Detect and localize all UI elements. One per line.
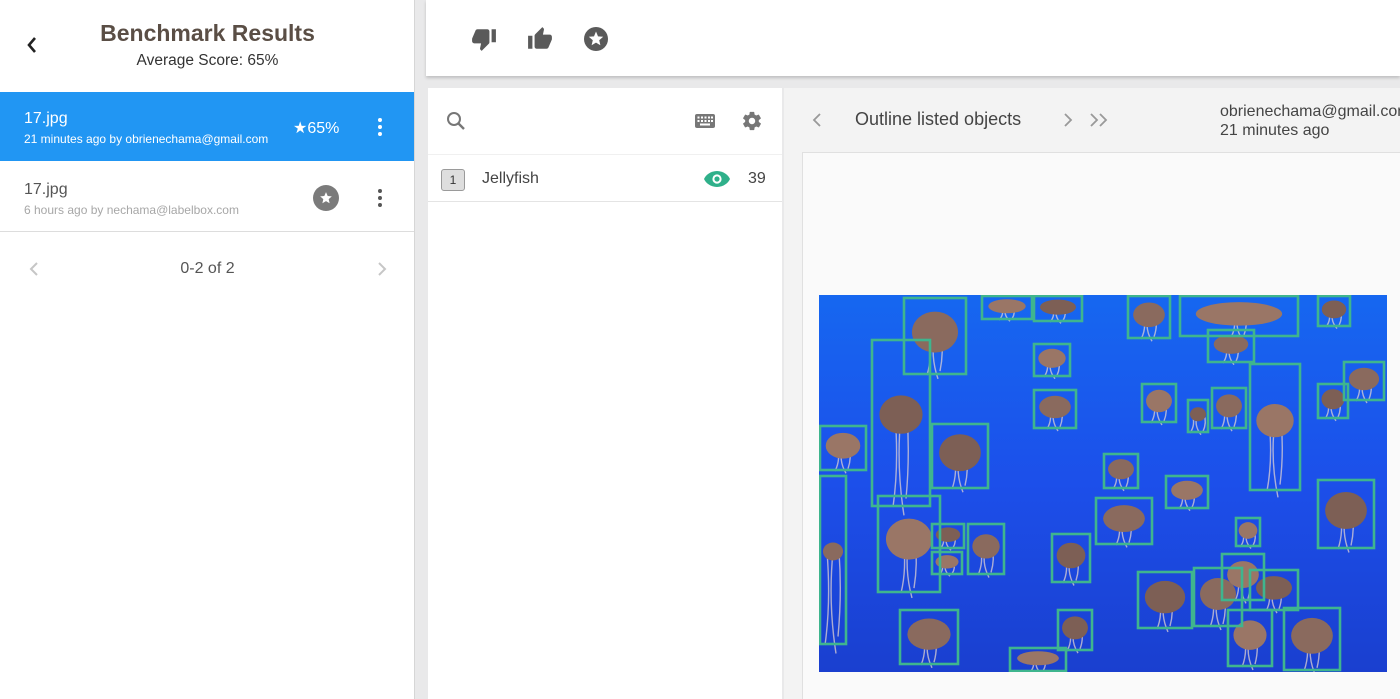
result-filename: 17.jpg [24, 181, 68, 198]
result-score: ★65% [293, 120, 340, 137]
hotkey-badge: 1 [441, 169, 465, 191]
jellyfish-bell [1144, 580, 1186, 614]
search-icon[interactable] [443, 108, 469, 134]
next-page-button[interactable] [370, 255, 394, 283]
object-name: Jellyfish [482, 170, 539, 187]
jellyfish-bell [1238, 522, 1258, 539]
skip-to-end-button[interactable] [1087, 106, 1113, 134]
jellyfish-bell [988, 299, 1026, 314]
result-meta: 21 minutes ago by obrienechama@gmail.com [24, 132, 269, 146]
pagination-count: 0-2 of 2 [180, 260, 235, 277]
jellyfish-bell [972, 534, 1000, 559]
jellyfish-bell [1062, 616, 1088, 640]
page-title: Benchmark Results [100, 20, 315, 46]
result-filename: 17.jpg [24, 110, 68, 127]
jellyfish-bell [1348, 367, 1380, 391]
thumbs-up-icon[interactable] [525, 24, 555, 54]
annotated-image [819, 295, 1387, 672]
result-row[interactable]: 17.jpg 21 minutes ago by obrienechama@gm… [0, 92, 414, 161]
chevron-right-icon [1064, 113, 1073, 127]
object-count: 39 [748, 170, 766, 187]
next-task-button[interactable] [1055, 106, 1081, 134]
jellyfish-bell [1040, 299, 1076, 315]
jellyfish-bell [822, 542, 844, 561]
jellyfish-bell [1195, 302, 1283, 326]
jellyfish-bell [879, 395, 923, 434]
previous-task-button[interactable] [804, 106, 830, 134]
keyboard-icon[interactable] [692, 108, 718, 134]
jellyfish-bell [1325, 491, 1367, 530]
eye-icon[interactable] [702, 167, 732, 191]
jellyfish-bell [1103, 505, 1145, 533]
average-score: Average Score: 65% [136, 52, 279, 69]
thumbs-down-icon[interactable] [469, 24, 499, 54]
jellyfish-bell [1321, 300, 1347, 319]
jellyfish-bell [1038, 348, 1066, 368]
result-row[interactable]: 17.jpg 6 hours ago by nechama@labelbox.c… [0, 163, 414, 232]
jellyfish-bell [1108, 459, 1134, 480]
jellyfish-bell [825, 432, 861, 459]
gear-icon[interactable] [739, 108, 765, 134]
more-vert-icon[interactable] [368, 114, 392, 140]
jellyfish-image[interactable] [819, 295, 1387, 672]
jellyfish-bell [907, 618, 951, 650]
jellyfish-bell [1291, 617, 1333, 654]
tools-header [428, 88, 782, 152]
jellyfish-bell [911, 311, 959, 353]
star-circle-icon[interactable] [313, 185, 339, 211]
jellyfish-bell [1017, 651, 1059, 666]
chevron-right-icon [378, 262, 387, 276]
result-meta: 6 hours ago by nechama@labelbox.com [24, 203, 239, 217]
jellyfish-bell [1133, 302, 1165, 328]
more-vert-icon[interactable] [368, 185, 392, 211]
jellyfish-bell [885, 518, 933, 560]
labeling-workspace: Outline listed objects obrienechama@gmai… [784, 88, 1400, 699]
jellyfish-bell [1321, 389, 1345, 410]
jellyfish-bell [1190, 407, 1206, 422]
labeler-email: obrienechama@gmail.com [1220, 103, 1400, 120]
label-time: 21 minutes ago [1220, 122, 1330, 139]
jellyfish-bell [1213, 334, 1249, 354]
panel-header: Benchmark Results Average Score: 65% [0, 0, 414, 92]
jellyfish-bell [1256, 576, 1292, 600]
jellyfish-bell [1146, 389, 1172, 413]
star-circle-icon[interactable] [581, 24, 611, 54]
tools-panel: 1 Jellyfish 39 [428, 88, 782, 699]
jellyfish-bell [1039, 395, 1071, 419]
image-canvas[interactable] [802, 152, 1400, 699]
jellyfish-bell [939, 434, 981, 472]
task-title: Outline listed objects [855, 109, 1022, 129]
object-row-jellyfish[interactable]: 1 Jellyfish 39 [428, 154, 782, 202]
benchmark-panel: Benchmark Results Average Score: 65% 17.… [0, 0, 415, 699]
double-chevron-right-icon [1090, 113, 1108, 127]
jellyfish-bell [1056, 542, 1086, 569]
jellyfish-bell [1256, 403, 1294, 438]
jellyfish-bell [1216, 394, 1242, 418]
jellyfish-bell [1171, 480, 1203, 500]
pagination: 0-2 of 2 [0, 255, 415, 283]
chevron-left-icon [812, 113, 821, 127]
review-toolbar [426, 0, 1400, 76]
